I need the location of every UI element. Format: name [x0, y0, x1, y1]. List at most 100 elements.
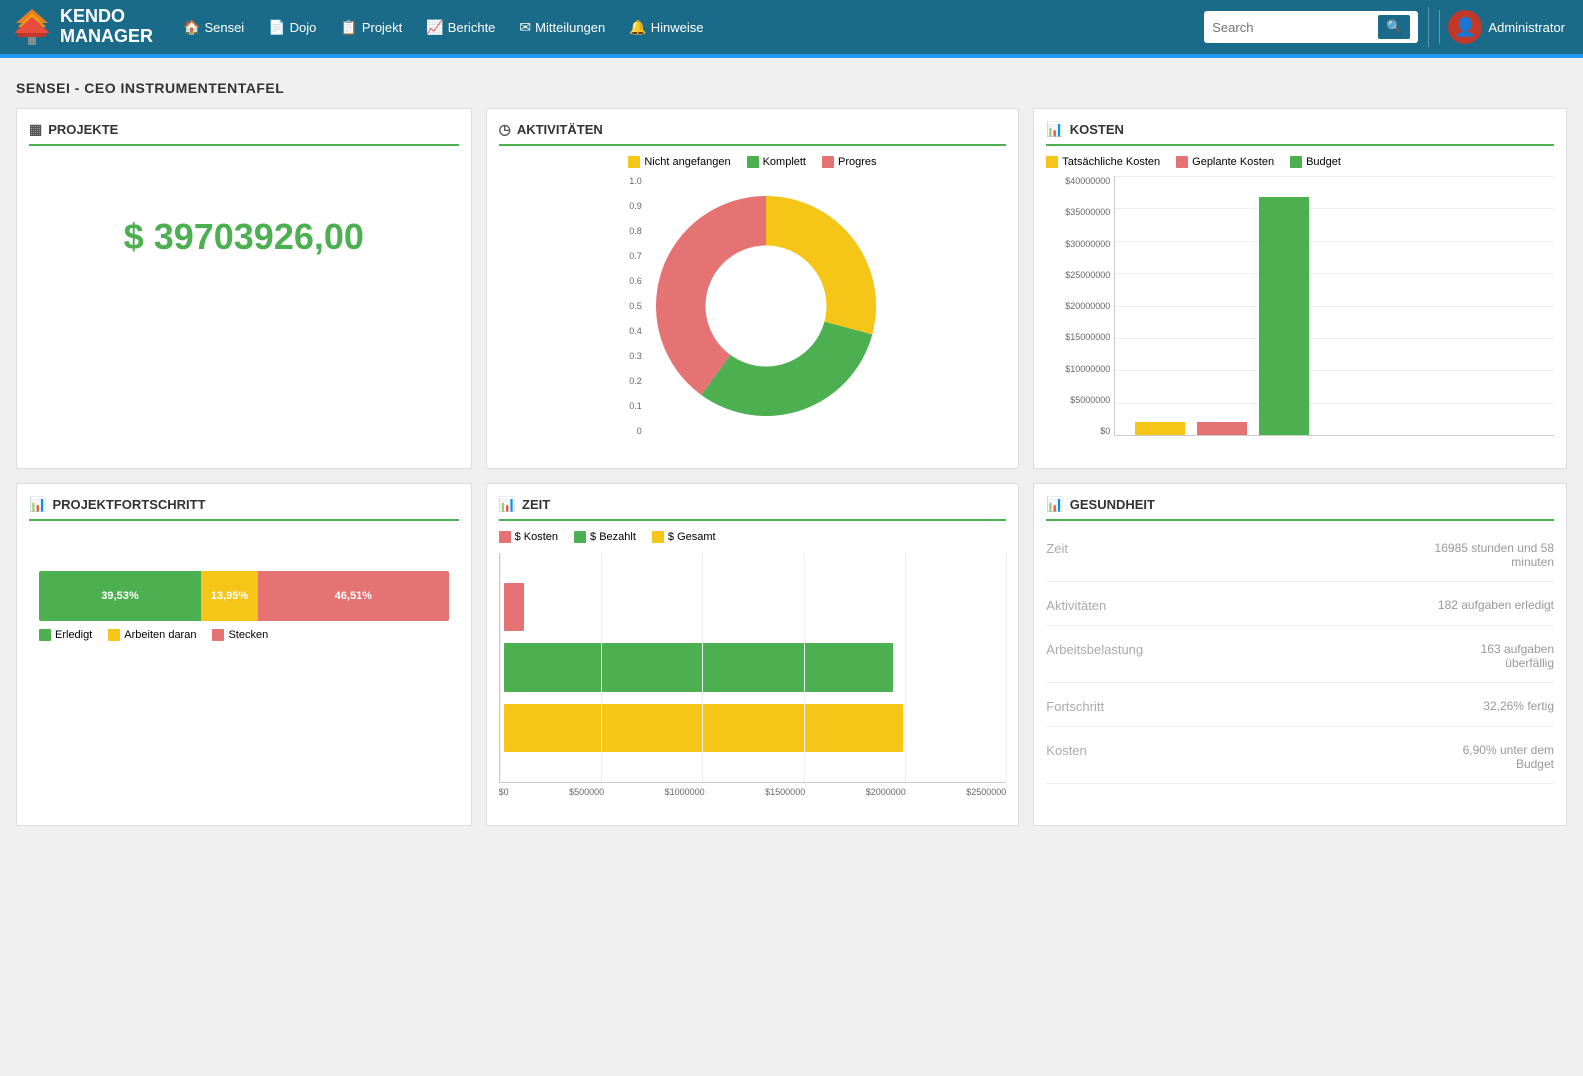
nav-item-sensei[interactable]: 🏠Sensei	[173, 13, 254, 42]
admin-label: Administrator	[1488, 20, 1565, 35]
legend-item-progres: Progres	[822, 156, 877, 168]
legend-tatsaechlich: Tatsächliche Kosten	[1046, 156, 1160, 168]
legend-stecken: Stecken	[212, 629, 268, 641]
projektfortschritt-icon: 📊	[29, 496, 46, 513]
zeit-x-axis: $0 $500000 $1000000 $1500000 $2000000 $2…	[499, 783, 1007, 797]
legend-label-bezahlt: $ Bezahlt	[590, 531, 636, 543]
legend-label-arbeiten: Arbeiten daran	[124, 629, 196, 641]
gesundheit-row: Zeit16985 stunden und 58 minuten	[1046, 541, 1554, 582]
kosten-title: 📊 KOSTEN	[1046, 121, 1554, 146]
logo[interactable]: KENDO manager	[10, 5, 153, 49]
nav-item-hinweise[interactable]: 🔔Hinweise	[619, 13, 713, 42]
bar-kosten	[504, 583, 524, 631]
segment-stecken: 46,51%	[258, 571, 449, 621]
legend-dot-bezahlt	[574, 531, 586, 543]
legend-dot-komplett	[747, 156, 759, 168]
zeit-card: 📊 ZEIT $ Kosten $ Bezahlt $ Gesamt	[486, 483, 1020, 826]
legend-dot-geplant	[1176, 156, 1188, 168]
gesundheit-value: 163 aufgaben überfällig	[1434, 642, 1554, 670]
projekte-icon: ▦	[29, 121, 42, 138]
bar-geplant	[1197, 422, 1247, 435]
gesundheit-label: Arbeitsbelastung	[1046, 642, 1143, 657]
legend-label-stecken: Stecken	[228, 629, 268, 641]
segment-erledigt: 39,53%	[39, 571, 201, 621]
search-box: 🔍	[1204, 11, 1418, 43]
page-title: SENSEI - CEO INSTRUMENTENTAFEL	[16, 70, 1567, 108]
legend-gesamt: $ Gesamt	[652, 531, 716, 543]
legend-label-progres: Progres	[838, 156, 877, 168]
gesundheit-title: 📊 GESUNDHEIT	[1046, 496, 1554, 521]
gesundheit-value: 6,90% unter dem Budget	[1434, 743, 1554, 771]
x-label-2-5m: $2500000	[966, 787, 1006, 797]
dashboard-row-1: ▦ PROJEKTE $ 39703926,00 ◷ AKTIVITÄTEN N…	[16, 108, 1567, 469]
aktivitaeten-icon: ◷	[499, 121, 511, 138]
zeit-bar-gesamt	[504, 704, 1003, 752]
gesundheit-value: 182 aufgaben erledigt	[1438, 598, 1554, 612]
gesundheit-row: Fortschritt 32,26% fertig	[1046, 699, 1554, 727]
legend-dot-gesamt	[652, 531, 664, 543]
nav-item-berichte[interactable]: 📈Berichte	[416, 13, 505, 42]
nav-items: 🏠Sensei📄Dojo📋Projekt📈Berichte✉Mitteilung…	[173, 13, 1204, 42]
legend-label-kosten: $ Kosten	[515, 531, 558, 543]
kosten-card: 📊 KOSTEN Tatsächliche Kosten Geplante Ko…	[1033, 108, 1567, 469]
legend-dot-erledigt	[39, 629, 51, 641]
zeit-icon: 📊	[499, 496, 516, 513]
x-label-1-5m: $1500000	[765, 787, 805, 797]
legend-arbeiten: Arbeiten daran	[108, 629, 196, 641]
dashboard-row-2: 📊 PROJEKTFORTSCHRITT 39,53% 13,95% 46,51…	[16, 483, 1567, 826]
zeit-chart: $0 $500000 $1000000 $1500000 $2000000 $2…	[499, 553, 1007, 813]
nav-item-dojo[interactable]: 📄Dojo	[258, 13, 326, 42]
admin-avatar: 👤	[1448, 10, 1482, 44]
x-label-2m: $2000000	[866, 787, 906, 797]
legend-label-komplett: Komplett	[763, 156, 806, 168]
legend-label-erledigt: Erledigt	[55, 629, 92, 641]
projekte-value: $ 39703926,00	[29, 156, 459, 318]
legend-dot-budget	[1290, 156, 1302, 168]
projekte-card: ▦ PROJEKTE $ 39703926,00	[16, 108, 472, 469]
zeit-bar-bezahlt	[504, 643, 1003, 691]
gesundheit-grid: Zeit16985 stunden und 58 minutenAktivitä…	[1046, 531, 1554, 794]
aktivitaeten-card: ◷ AKTIVITÄTEN Nicht angefangen Komplett	[486, 108, 1020, 469]
gesundheit-value: 32,26% fertig	[1483, 699, 1554, 713]
projektfortschritt-title: 📊 PROJEKTFORTSCHRITT	[29, 496, 459, 521]
logo-text-manager: manager	[60, 27, 153, 47]
zeit-bars	[500, 563, 1007, 772]
segment-arbeiten: 13,95%	[201, 571, 258, 621]
logo-text-kendo: KENDO	[60, 7, 153, 27]
nav-item-projekt[interactable]: 📋Projekt	[330, 13, 412, 42]
legend-kosten: $ Kosten	[499, 531, 558, 543]
bar-budget	[1259, 197, 1309, 435]
gesundheit-label: Zeit	[1046, 541, 1068, 556]
admin-area: 👤 Administrator	[1439, 10, 1573, 44]
progress-legend: Erledigt Arbeiten daran Stecken	[39, 629, 449, 641]
gesundheit-label: Fortschritt	[1046, 699, 1104, 714]
gesundheit-row: Arbeitsbelastung 163 aufgaben überfällig	[1046, 642, 1554, 683]
legend-label-nicht: Nicht angefangen	[644, 156, 730, 168]
search-input[interactable]	[1212, 20, 1372, 35]
legend-dot-tatsaechlich	[1046, 156, 1058, 168]
kosten-chart: $40000000$35000000$30000000$25000000$200…	[1046, 176, 1554, 456]
gesundheit-row: Kosten 6,90% unter dem Budget	[1046, 743, 1554, 784]
navbar: KENDO manager 🏠Sensei📄Dojo📋Projekt📈Beric…	[0, 0, 1583, 54]
legend-item-nicht: Nicht angefangen	[628, 156, 730, 168]
bar-bezahlt	[504, 643, 893, 691]
logo-icon	[10, 5, 54, 49]
search-button[interactable]: 🔍	[1378, 15, 1410, 39]
aktivitaeten-legend: Nicht angefangen Komplett Progres	[628, 156, 876, 168]
legend-erledigt: Erledigt	[39, 629, 92, 641]
legend-label-budget: Budget	[1306, 156, 1341, 168]
gesundheit-icon: 📊	[1046, 496, 1063, 513]
bar-tatsaechlich	[1135, 422, 1185, 435]
projektfortschritt-chart: 39,53% 13,95% 46,51% Erledigt Arbeiten d…	[29, 531, 459, 651]
legend-dot-stecken	[212, 629, 224, 641]
legend-geplant: Geplante Kosten	[1176, 156, 1274, 168]
page-content: SENSEI - CEO INSTRUMENTENTAFEL ▦ PROJEKT…	[0, 58, 1583, 852]
legend-budget: Budget	[1290, 156, 1341, 168]
gesundheit-label: Kosten	[1046, 743, 1086, 758]
gesundheit-card: 📊 GESUNDHEIT Zeit16985 stunden und 58 mi…	[1033, 483, 1567, 826]
legend-dot-nicht	[628, 156, 640, 168]
legend-dot-progres	[822, 156, 834, 168]
legend-label-gesamt: $ Gesamt	[668, 531, 716, 543]
nav-item-mitteilungen[interactable]: ✉Mitteilungen	[509, 13, 615, 42]
kosten-legend: Tatsächliche Kosten Geplante Kosten Budg…	[1046, 156, 1554, 168]
